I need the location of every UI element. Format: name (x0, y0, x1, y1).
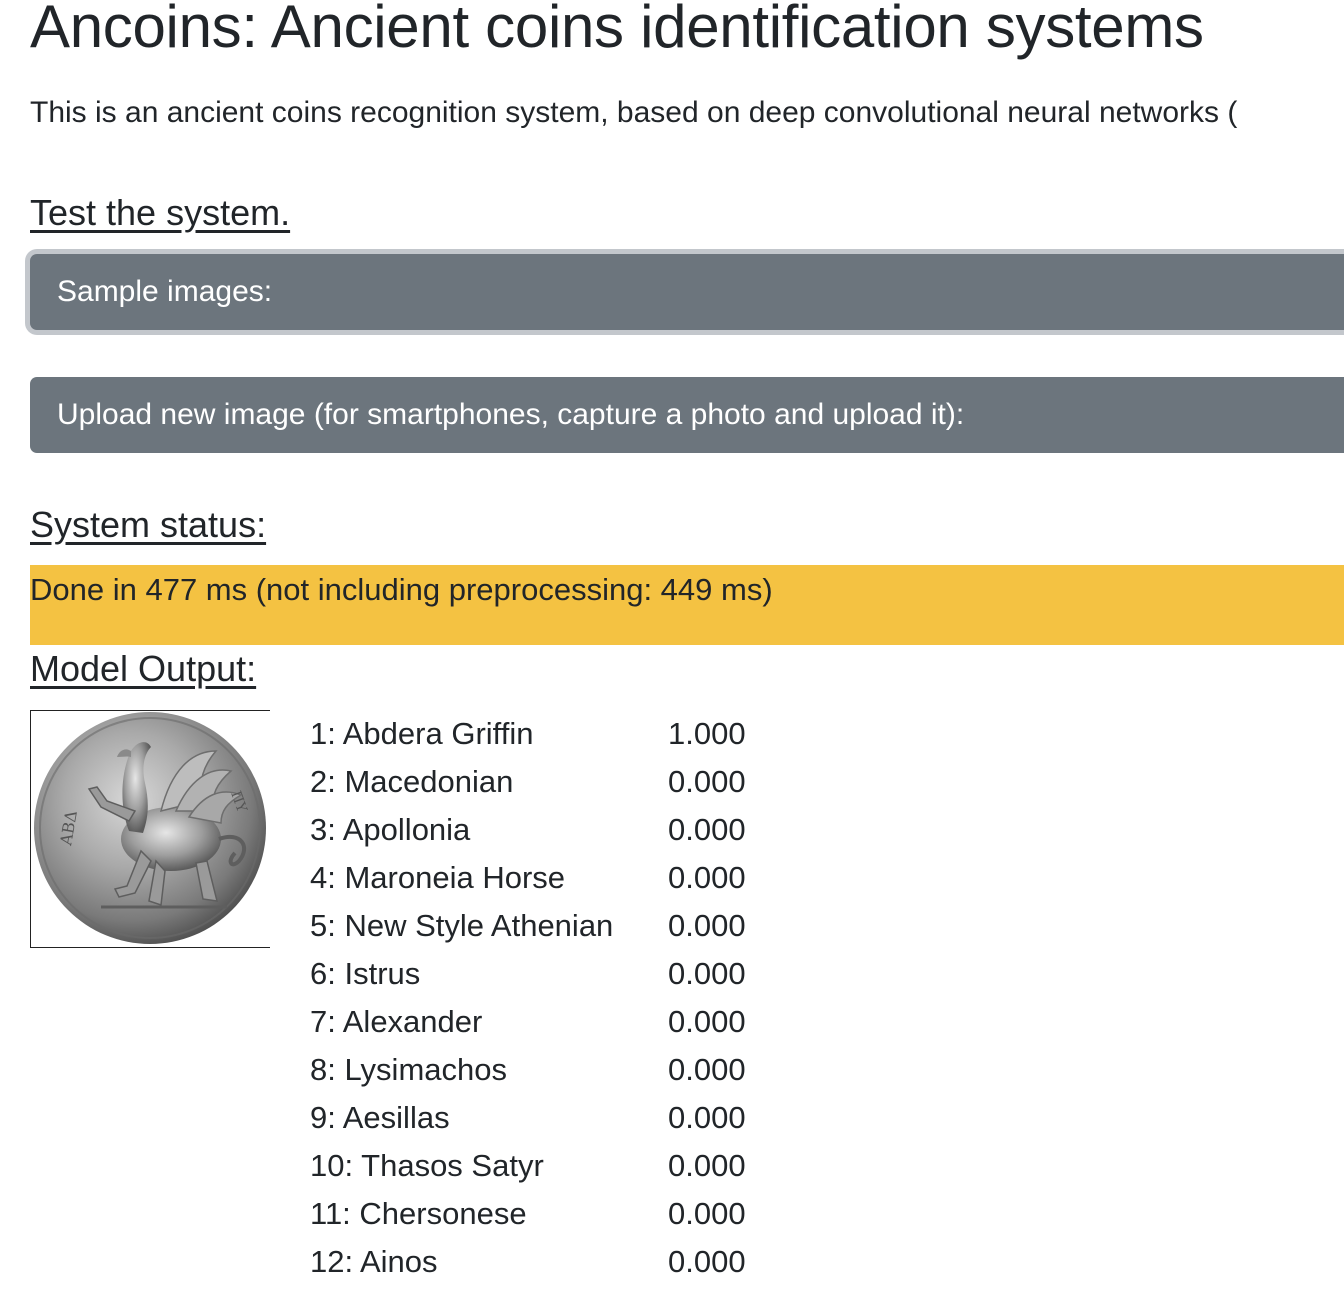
result-label: 9: Aesillas (310, 1100, 450, 1135)
page-title: Ancoins: Ancient coins identification sy… (30, 0, 1204, 60)
status-message: Done in 477 ms (not including preprocess… (30, 565, 1344, 645)
result-score: 0.000 (668, 956, 746, 991)
sample-images-button[interactable]: Sample images: (30, 254, 1344, 330)
coin-griffin-image: ΑΒΔ ΠΥ (34, 712, 266, 944)
result-label: 7: Alexander (310, 1004, 483, 1039)
result-label: 1: Abdera Griffin (310, 716, 534, 751)
result-label: 11: Chersonese (310, 1196, 527, 1231)
result-score: 0.000 (668, 860, 746, 895)
result-label: 4: Maroneia Horse (310, 860, 566, 895)
result-row: 8: Lysimachos 0.000 (310, 1046, 770, 1094)
result-row: 4: Maroneia Horse 0.000 (310, 854, 770, 902)
result-label: 2: Macedonian (310, 764, 514, 799)
result-row: 11: Chersonese 0.000 (310, 1190, 770, 1238)
result-score: 0.000 (668, 1100, 746, 1135)
result-score: 1.000 (668, 716, 746, 751)
model-results-list: 1: Abdera Griffin 1.000 2: Macedonian 0.000… (310, 710, 770, 1286)
result-row: 9: Aesillas 0.000 (310, 1094, 770, 1142)
result-row: 10: Thasos Satyr 0.000 (310, 1142, 770, 1190)
page: Ancoins: Ancient coins identification sy… (0, 0, 1344, 1308)
result-score: 0.000 (668, 1052, 746, 1087)
result-score: 0.000 (668, 764, 746, 799)
result-row: 5: New Style Athenian 0.000 (310, 902, 770, 950)
result-label: 8: Lysimachos (310, 1052, 507, 1087)
result-row: 1: Abdera Griffin 1.000 (310, 710, 770, 758)
model-output-heading: Model Output: (30, 648, 257, 689)
intro-text: This is an ancient coins recognition sys… (30, 96, 1238, 129)
result-row: 3: Apollonia 0.000 (310, 806, 770, 854)
result-score: 0.000 (668, 1148, 746, 1183)
result-row: 2: Macedonian 0.000 (310, 758, 770, 806)
result-label: 5: New Style Athenian (310, 908, 614, 943)
result-row: 7: Alexander 0.000 (310, 998, 770, 1046)
result-score: 0.000 (668, 1004, 746, 1039)
coin-image: ΑΒΔ ΠΥ (30, 710, 270, 948)
result-score: 0.000 (668, 908, 746, 943)
result-score: 0.000 (668, 1244, 746, 1279)
result-row: 12: Ainos 0.000 (310, 1238, 770, 1286)
result-label: 10: Thasos Satyr (310, 1148, 544, 1183)
result-label: 3: Apollonia (310, 812, 471, 847)
system-status-heading: System status: (30, 504, 267, 545)
upload-image-button[interactable]: Upload new image (for smartphones, captu… (30, 377, 1344, 453)
result-row: 6: Istrus 0.000 (310, 950, 770, 998)
test-section-heading: Test the system. (30, 192, 291, 233)
result-label: 6: Istrus (310, 956, 421, 991)
result-label: 12: Ainos (310, 1244, 438, 1279)
result-score: 0.000 (668, 812, 746, 847)
result-score: 0.000 (668, 1196, 746, 1231)
